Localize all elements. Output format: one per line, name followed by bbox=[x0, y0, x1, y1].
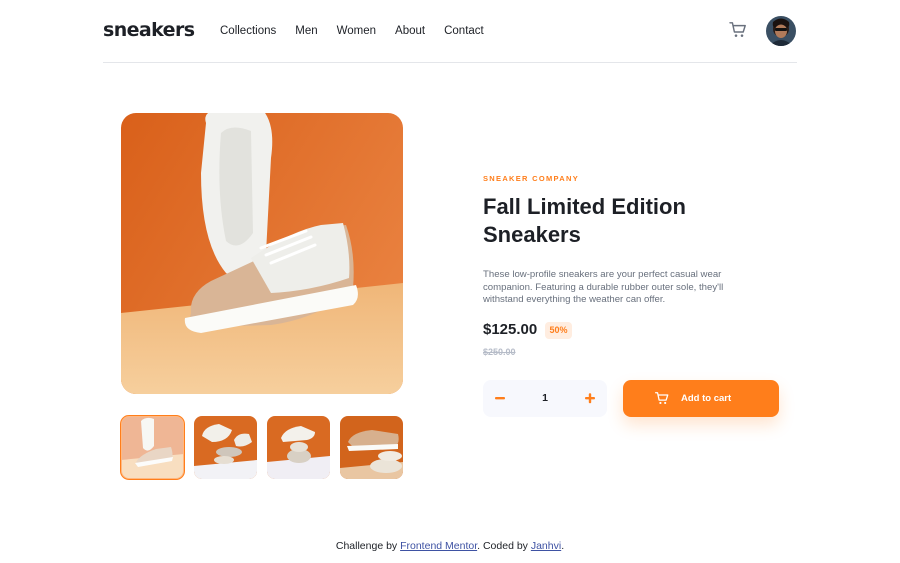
thumbnail-4[interactable] bbox=[340, 416, 403, 479]
plus-icon[interactable] bbox=[583, 391, 597, 405]
thumbnail-3[interactable] bbox=[267, 416, 330, 479]
author-link[interactable]: Janhvi bbox=[531, 540, 561, 552]
nav-women[interactable]: Women bbox=[337, 24, 376, 38]
nav-men[interactable]: Men bbox=[295, 24, 317, 38]
add-to-cart-button[interactable]: Add to cart bbox=[623, 380, 779, 417]
nav-contact[interactable]: Contact bbox=[444, 24, 484, 38]
product-title: Fall Limited Edition Sneakers bbox=[483, 194, 686, 247]
product-main-image[interactable] bbox=[121, 113, 403, 394]
footer-suffix: . bbox=[561, 540, 565, 552]
frontend-mentor-link[interactable]: Frontend Mentor bbox=[400, 540, 477, 552]
nav-collections[interactable]: Collections bbox=[220, 24, 276, 38]
cart-icon bbox=[655, 392, 669, 405]
thumbnail-strip bbox=[120, 415, 413, 480]
quantity-stepper: 1 bbox=[483, 380, 607, 417]
current-price: $125.00 bbox=[483, 321, 538, 338]
add-to-cart-label: Add to cart bbox=[681, 393, 732, 404]
logo[interactable]: sneakers bbox=[103, 19, 195, 41]
site-header: sneakers Collections Men Women About Con… bbox=[103, 0, 797, 63]
attribution-footer: Challenge by Frontend Mentor. Coded by J… bbox=[0, 540, 900, 552]
thumbnail-2[interactable] bbox=[194, 416, 257, 479]
discount-badge: 50% bbox=[545, 322, 572, 339]
footer-middle: . Coded by bbox=[477, 540, 531, 552]
thumbnail-1[interactable] bbox=[120, 415, 185, 480]
cart-icon[interactable] bbox=[729, 22, 747, 38]
main-nav: Collections Men Women About Contact bbox=[220, 24, 503, 38]
nav-about[interactable]: About bbox=[395, 24, 425, 38]
company-label: SNEAKER COMPANY bbox=[483, 174, 580, 183]
footer-prefix: Challenge by bbox=[335, 540, 401, 552]
avatar[interactable] bbox=[766, 16, 796, 46]
product-description: These low-profile sneakers are your perf… bbox=[483, 269, 724, 306]
original-price: $250.00 bbox=[483, 347, 516, 357]
